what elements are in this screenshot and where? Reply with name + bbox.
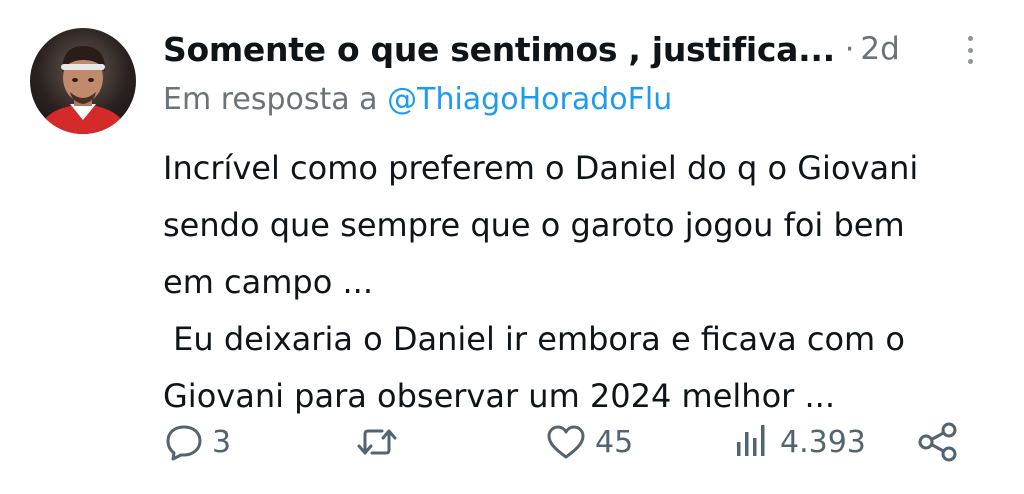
separator-dot: ·: [844, 31, 855, 67]
views-chart-icon: [737, 425, 765, 456]
tweet-text-line: em campo ...: [163, 263, 373, 301]
comment-icon: [166, 425, 202, 461]
share-icon: [918, 422, 957, 462]
views-button[interactable]: 4.393: [732, 412, 866, 472]
display-name[interactable]: Somente o que sentimos , justifica...: [163, 30, 835, 69]
tweet-text-line: sendo que sempre que o garoto jogou foi …: [163, 206, 905, 244]
heart-icon: [547, 425, 585, 459]
retweet-button[interactable]: [356, 412, 406, 472]
share-button[interactable]: [916, 412, 960, 472]
like-button[interactable]: 45: [545, 412, 633, 472]
views-count: 4.393: [780, 424, 866, 460]
timestamp[interactable]: 2d: [860, 31, 899, 67]
tweet-text: Incrível como preferem o Daniel do q o G…: [163, 140, 1003, 425]
reply-handle-link[interactable]: @ThiagoHoradoFlu: [387, 82, 672, 117]
more-options-icon[interactable]: [958, 30, 982, 70]
tweet[interactable]: Somente o que sentimos , justifica... · …: [0, 0, 1024, 494]
reply-context: Em resposta a @ThiagoHoradoFlu: [163, 82, 672, 117]
action-bar: 3 45 4.393: [0, 412, 1024, 472]
retweet-icon: [357, 429, 397, 455]
tweet-text-line: Eu deixaria o Daniel ir embora e ficava …: [163, 320, 905, 358]
reply-prefix: Em resposta a: [163, 82, 378, 117]
like-count: 45: [595, 424, 634, 460]
reply-count: 3: [212, 424, 232, 460]
reply-button[interactable]: 3: [164, 412, 231, 472]
tweet-text-line: Incrível como preferem o Daniel do q o G…: [163, 149, 919, 187]
avatar-image: [38, 46, 128, 134]
tweet-header: Somente o que sentimos , justifica... · …: [163, 24, 983, 74]
avatar[interactable]: [30, 28, 136, 134]
